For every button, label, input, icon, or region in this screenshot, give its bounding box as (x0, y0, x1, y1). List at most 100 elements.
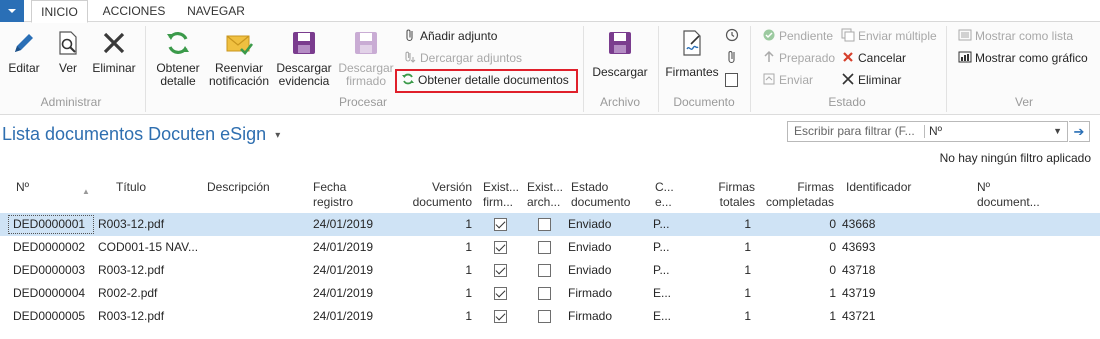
checkbox-exist-firm[interactable] (494, 241, 507, 254)
cell-descripcion[interactable] (207, 282, 307, 305)
descargar-adjuntos-button[interactable]: Dercargar adjuntos (403, 49, 522, 67)
checkbox-exist-arch[interactable] (538, 218, 551, 231)
note-icon[interactable] (725, 73, 738, 87)
filter-input[interactable]: Escribir para filtrar (F... Nº ▼ (787, 121, 1068, 142)
tab-navegar[interactable]: NAVEGAR (178, 0, 254, 22)
eliminar-button[interactable]: Eliminar (90, 28, 138, 75)
cell-identificador[interactable]: 43718 (842, 259, 922, 282)
cell-no[interactable]: DED0000004 (13, 282, 97, 305)
cancelar-button[interactable]: Cancelar (841, 49, 906, 67)
cell-version[interactable]: 1 (420, 282, 472, 305)
descargar-evidencia-button[interactable]: Descargar evidencia (276, 28, 332, 88)
col-header-exist-firm[interactable]: Exist... firm... (483, 180, 519, 210)
col-header-firmas-totales[interactable]: Firmas totales (700, 180, 755, 210)
ver-button[interactable]: Ver (52, 28, 84, 75)
cell-firmas-completadas[interactable]: 1 (790, 282, 836, 305)
checkbox-exist-firm[interactable] (494, 218, 507, 231)
col-header-titulo[interactable]: Título (116, 180, 146, 195)
chevron-down-icon[interactable]: ▾ (275, 130, 280, 141)
cell-c[interactable]: P... (653, 236, 683, 259)
mostrar-lista-button[interactable]: Mostrar como lista (958, 27, 1073, 45)
firmantes-button[interactable]: Firmantes (664, 28, 720, 79)
filter-field-select[interactable]: Nº (929, 122, 942, 141)
cell-version[interactable]: 1 (420, 259, 472, 282)
col-header-no[interactable]: Nº (16, 180, 29, 195)
cell-firmas-completadas[interactable]: 0 (790, 259, 836, 282)
obtener-detalle-button[interactable]: Obtener detalle (154, 28, 202, 88)
cell-descripcion[interactable] (207, 259, 307, 282)
cell-firmas-completadas[interactable]: 1 (790, 305, 836, 328)
cell-c[interactable]: E... (653, 305, 683, 328)
tab-acciones[interactable]: ACCIONES (96, 0, 172, 22)
eliminar-estado-button[interactable]: Eliminar (841, 71, 901, 89)
checkbox-exist-arch[interactable] (538, 241, 551, 254)
chevron-down-icon[interactable]: ▼ (1053, 122, 1062, 141)
cell-fecha[interactable]: 24/01/2019 (313, 236, 398, 259)
table-row[interactable]: DED0000002 COD001-15 NAV... 24/01/2019 1 Env… (0, 236, 1100, 259)
cell-firmas-totales[interactable]: 1 (700, 282, 751, 305)
descargar-button[interactable]: Descargar (592, 28, 648, 79)
cell-estado[interactable]: Firmado (568, 305, 648, 328)
cell-descripcion[interactable] (207, 305, 307, 328)
cell-no[interactable]: DED0000002 (13, 236, 97, 259)
cell-estado[interactable]: Enviado (568, 236, 648, 259)
cell-no[interactable]: DED0000001 (13, 213, 97, 236)
app-menu-button[interactable] (0, 0, 24, 22)
cell-firmas-completadas[interactable]: 0 (790, 236, 836, 259)
cell-firmas-totales[interactable]: 1 (700, 305, 751, 328)
cell-fecha[interactable]: 24/01/2019 (313, 213, 398, 236)
col-header-estado[interactable]: Estado documento (571, 180, 630, 210)
cell-fecha[interactable]: 24/01/2019 (313, 282, 398, 305)
checkbox-exist-firm[interactable] (494, 287, 507, 300)
checkbox-exist-firm[interactable] (494, 264, 507, 277)
enviar-multiple-button[interactable]: Enviar múltiple (841, 27, 937, 45)
table-row[interactable]: DED0000003 R003-12.pdf 24/01/2019 1 Enviado P… (0, 259, 1100, 282)
checkbox-exist-arch[interactable] (538, 287, 551, 300)
cell-fecha[interactable]: 24/01/2019 (313, 259, 398, 282)
cell-descripcion[interactable] (207, 236, 307, 259)
table-row[interactable]: DED0000005 R003-12.pdf 24/01/2019 1 Firmado E… (0, 305, 1100, 328)
cell-estado[interactable]: Enviado (568, 259, 648, 282)
cell-identificador[interactable]: 43719 (842, 282, 922, 305)
cell-titulo[interactable]: COD001-15 NAV... (98, 236, 202, 259)
history-icon[interactable] (724, 27, 740, 43)
cell-version[interactable]: 1 (420, 213, 472, 236)
cell-firmas-totales[interactable]: 1 (700, 236, 751, 259)
pendiente-button[interactable]: Pendiente (762, 27, 833, 45)
col-header-exist-arch[interactable]: Exist... arch... (527, 180, 563, 210)
cell-version[interactable]: 1 (420, 305, 472, 328)
attachment-icon[interactable] (725, 49, 739, 65)
cell-no-documento[interactable] (977, 282, 1077, 305)
cell-titulo[interactable]: R003-12.pdf (98, 213, 202, 236)
cell-firmas-completadas[interactable]: 0 (790, 213, 836, 236)
col-header-identificador[interactable]: Identificador (846, 180, 911, 195)
col-header-descripcion[interactable]: Descripción (207, 180, 270, 195)
descargar-firmado-button[interactable]: Descargar firmado (338, 28, 394, 88)
cell-firmas-totales[interactable]: 1 (700, 259, 751, 282)
editar-button[interactable]: Editar (6, 28, 42, 75)
col-header-firmas-completadas[interactable]: Firmas completadas (762, 180, 834, 210)
preparado-button[interactable]: Preparado (762, 49, 835, 67)
col-header-c[interactable]: C... e... (655, 180, 674, 210)
cell-titulo[interactable]: R003-12.pdf (98, 259, 202, 282)
cell-no-documento[interactable] (977, 213, 1077, 236)
checkbox-exist-firm[interactable] (494, 310, 507, 323)
enviar-button[interactable]: Enviar (762, 71, 813, 89)
page-title[interactable]: Lista documentos Docuten eSign ▾ (2, 124, 280, 145)
cell-c[interactable]: E... (653, 282, 683, 305)
mostrar-grafico-button[interactable]: Mostrar como gráfico (958, 49, 1088, 67)
cell-c[interactable]: P... (653, 259, 683, 282)
cell-titulo[interactable]: R003-12.pdf (98, 305, 202, 328)
checkbox-exist-arch[interactable] (538, 264, 551, 277)
cell-descripcion[interactable] (207, 213, 307, 236)
cell-estado[interactable]: Enviado (568, 213, 648, 236)
cell-titulo[interactable]: R002-2.pdf (98, 282, 202, 305)
cell-version[interactable]: 1 (420, 236, 472, 259)
cell-no-documento[interactable] (977, 259, 1077, 282)
apply-filter-button[interactable]: ➔ (1069, 121, 1090, 142)
cell-estado[interactable]: Firmado (568, 282, 648, 305)
cell-c[interactable]: P... (653, 213, 683, 236)
cell-identificador[interactable]: 43668 (842, 213, 922, 236)
cell-no-documento[interactable] (977, 305, 1077, 328)
anadir-adjunto-button[interactable]: Añadir adjunto (403, 27, 497, 45)
